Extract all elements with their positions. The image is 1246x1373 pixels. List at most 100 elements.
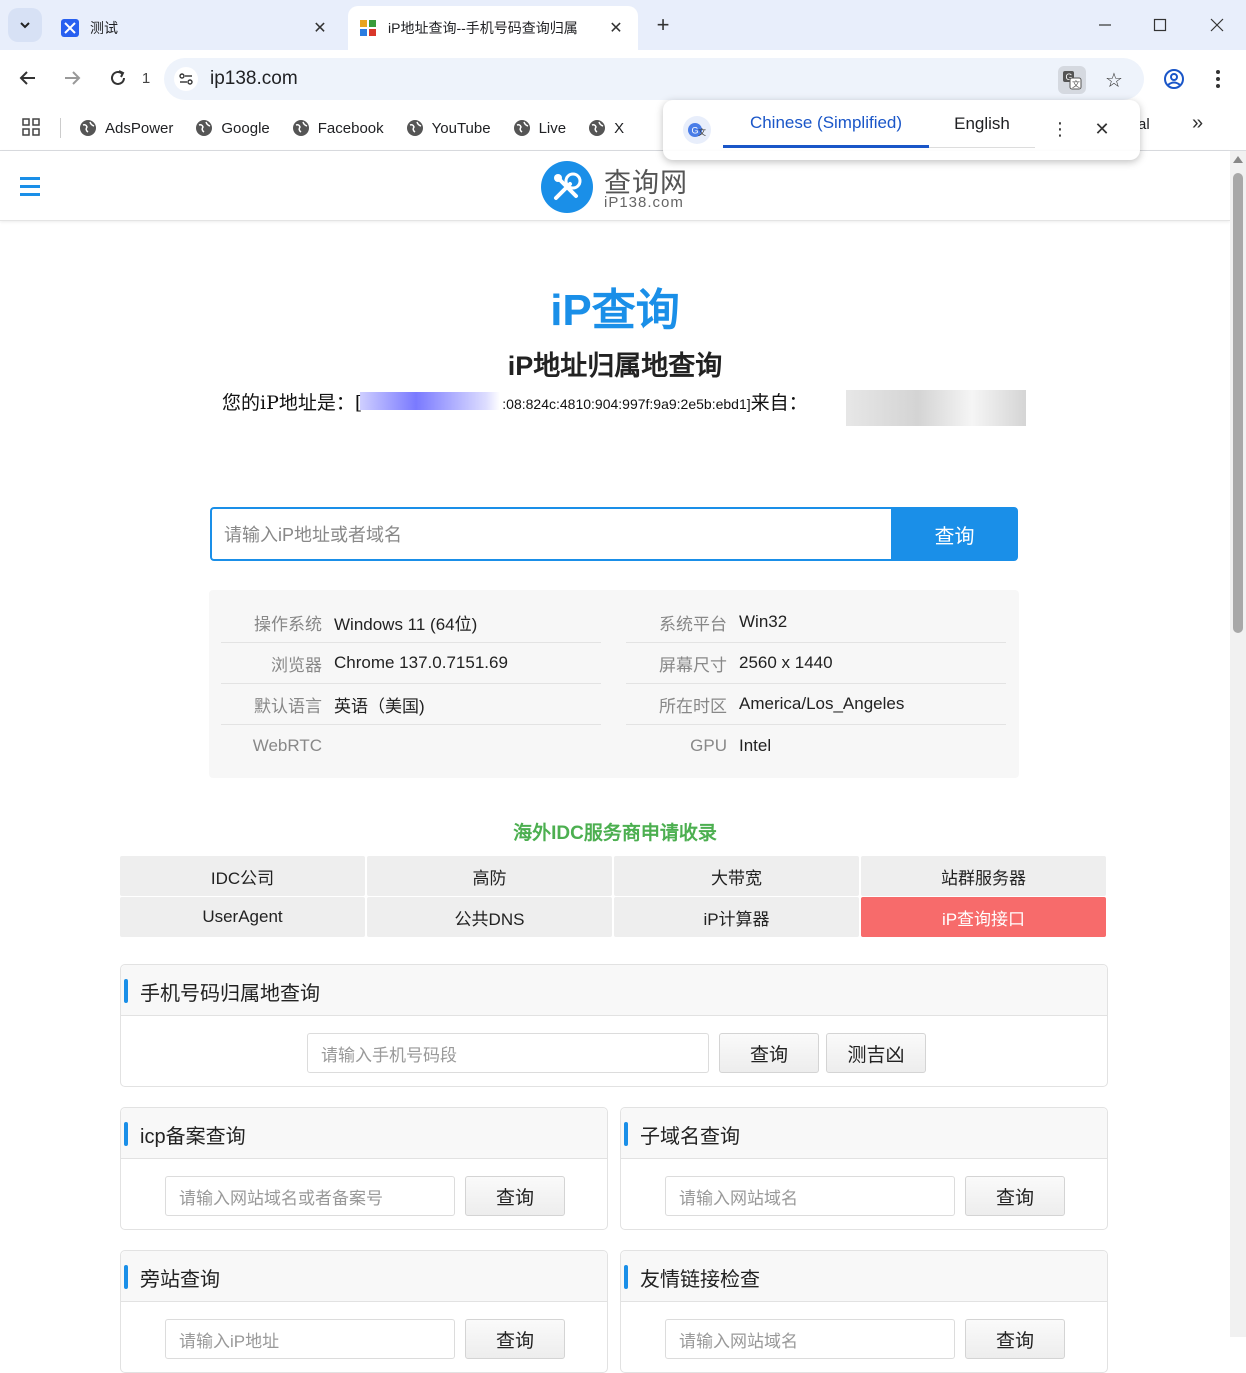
idc-link[interactable]: UserAgent [120, 897, 365, 937]
idc-link[interactable]: 站群服务器 [861, 856, 1106, 896]
bookmark-star-icon[interactable]: ☆ [1100, 66, 1128, 94]
url-text: ip138.com [210, 68, 298, 89]
subdomain-input[interactable]: 请输入网站域名 [665, 1176, 955, 1216]
idc-link[interactable]: 高防 [367, 856, 612, 896]
sibling-query-button[interactable]: 查询 [465, 1319, 565, 1359]
google-translate-icon: G文 [683, 116, 711, 144]
phone-lookup-panel: 手机号码归属地查询 请输入手机号码段 查询 测吉凶 [120, 964, 1108, 1087]
friend-link-input[interactable]: 请输入网站域名 [665, 1319, 955, 1359]
profile-icon[interactable] [1160, 65, 1188, 93]
adspower-favicon-icon [60, 18, 80, 38]
panel-title: icp备案查询 [140, 1126, 246, 1148]
tab-ip138[interactable]: iP地址查询--手机号码查询归属 ✕ [348, 6, 638, 50]
panel-title: 手机号码归属地查询 [140, 983, 320, 1005]
site-logo[interactable]: 查询网 iP138.com [541, 161, 701, 213]
page-title: iP查询 [550, 286, 680, 335]
idc-link-ip-api[interactable]: iP查询接口 [861, 897, 1106, 937]
panel-header: 旁站查询 [121, 1251, 607, 1302]
tab-search-button[interactable] [8, 8, 42, 42]
bookmarks-overflow-icon[interactable]: » [1192, 112, 1203, 135]
ip-prefix: 您的iP地址是：[ [222, 392, 363, 414]
ip138-favicon-icon [358, 18, 378, 38]
maximize-button[interactable] [1145, 10, 1175, 40]
bookmark-youtube[interactable]: YouTube [406, 119, 491, 137]
panel-header: 友情链接检查 [621, 1251, 1107, 1302]
scrollbar-thumb[interactable] [1233, 173, 1243, 633]
scroll-up-icon[interactable] [1233, 156, 1243, 163]
bookmark-adspower[interactable]: AdsPower [79, 119, 173, 137]
page-subtitle: iP地址归属地查询 [507, 351, 723, 381]
subdomain-query-button[interactable]: 查询 [965, 1176, 1065, 1216]
source-language-tab[interactable]: Chinese (Simplified) [723, 100, 929, 148]
info-row: GPU Intel [690, 735, 772, 755]
idc-links-grid: IDC公司 高防 大带宽 站群服务器 UserAgent 公共DNS iP计算器… [120, 856, 1108, 938]
bookmark-x[interactable]: X [588, 119, 624, 137]
redacted-ip-link[interactable] [360, 392, 500, 410]
phone-query-button[interactable]: 查询 [719, 1033, 819, 1073]
address-bar[interactable]: ip138.com G文 ☆ [164, 58, 1144, 100]
icp-input[interactable]: 请输入网站域名或者备案号 [165, 1176, 455, 1216]
new-tab-button[interactable]: + [650, 12, 676, 38]
back-button[interactable] [14, 64, 42, 92]
arrow-left-icon [19, 71, 35, 85]
site-info-icon[interactable] [174, 67, 198, 91]
info-row: 操作系统 Windows 11 (64位) [221, 602, 601, 643]
globe-icon [513, 120, 530, 136]
ip-search-form: 请输入iP地址或者域名 查询 [210, 507, 1018, 561]
chevron-down-icon [20, 22, 30, 29]
globe-icon [196, 120, 213, 136]
tab-title: iP地址查询--手机号码查询归属 [388, 20, 578, 36]
phone-fortune-button[interactable]: 测吉凶 [826, 1033, 926, 1073]
apps-grid-icon[interactable] [22, 118, 42, 138]
icp-query-button[interactable]: 查询 [465, 1176, 565, 1216]
idc-link[interactable]: iP计算器 [614, 897, 859, 937]
close-icon[interactable]: ✕ [1089, 116, 1115, 142]
close-tab-icon[interactable]: ✕ [308, 16, 332, 40]
close-tab-icon[interactable]: ✕ [604, 16, 628, 40]
arrow-right-icon [65, 71, 81, 85]
bookmark-facebook[interactable]: Facebook [292, 119, 384, 137]
panel-header: 手机号码归属地查询 [121, 965, 1107, 1016]
ip-address: :08:824c:4810:904:997f:9a9:2e5b:ebd1] [502, 396, 751, 412]
phone-input[interactable]: 请输入手机号码段 [307, 1033, 709, 1073]
bookmark-live[interactable]: Live [513, 119, 566, 137]
menu-kebab-icon[interactable] [1204, 65, 1232, 93]
tab-strip: 测试 ✕ iP地址查询--手机号码查询归属 ✕ + [0, 0, 1246, 50]
panel-header: 子域名查询 [621, 1108, 1107, 1159]
tab-test[interactable]: 测试 ✕ [50, 6, 342, 50]
svg-text:文: 文 [1072, 79, 1080, 89]
idc-section-title[interactable]: 海外IDC服务商申请收录 [0, 818, 1230, 845]
info-row: 默认语言 英语（美国) [221, 684, 601, 725]
globe-icon [292, 120, 309, 136]
bookmark-google[interactable]: Google [195, 119, 270, 137]
panel-title: 旁站查询 [140, 1269, 220, 1291]
idc-link[interactable]: 大带宽 [614, 856, 859, 896]
idc-link[interactable]: 公共DNS [367, 897, 612, 937]
ip-search-input[interactable]: 请输入iP地址或者域名 [210, 507, 892, 561]
close-window-button[interactable] [1202, 10, 1232, 40]
info-row: 屏幕尺寸 2560 x 1440 [626, 643, 1006, 684]
globe-icon [589, 120, 606, 136]
info-row: WebRTC [252, 735, 322, 755]
minimize-button[interactable] [1090, 10, 1120, 40]
info-row: 浏览器 Chrome 137.0.7151.69 [221, 643, 601, 684]
idc-link[interactable]: IDC公司 [120, 856, 365, 896]
reload-icon [111, 70, 125, 85]
page-scrollbar[interactable] [1230, 151, 1246, 1337]
translate-options-icon[interactable]: ⋮ [1047, 116, 1073, 142]
target-language-tab[interactable]: English [929, 100, 1035, 148]
logo-text-en: iP138.com [604, 194, 684, 211]
forward-button[interactable] [58, 64, 86, 92]
minimize-icon [1099, 24, 1111, 26]
translate-icon[interactable]: G文 [1058, 66, 1086, 94]
reload-button[interactable] [104, 64, 132, 92]
info-row: 系统平台 Win32 [626, 602, 1006, 643]
friend-link-query-button[interactable]: 查询 [965, 1319, 1065, 1359]
sibling-ip-input[interactable]: 请输入iP地址 [165, 1319, 455, 1359]
hamburger-menu-icon[interactable] [20, 177, 40, 196]
panel-title: 友情链接检查 [640, 1269, 760, 1291]
globe-icon [80, 120, 96, 136]
client-info-box: 操作系统 Windows 11 (64位) 系统平台 Win32 浏览器 Chrome… [209, 590, 1019, 778]
panel-header: icp备案查询 [121, 1108, 607, 1159]
ip-search-button[interactable]: 查询 [891, 507, 1018, 561]
